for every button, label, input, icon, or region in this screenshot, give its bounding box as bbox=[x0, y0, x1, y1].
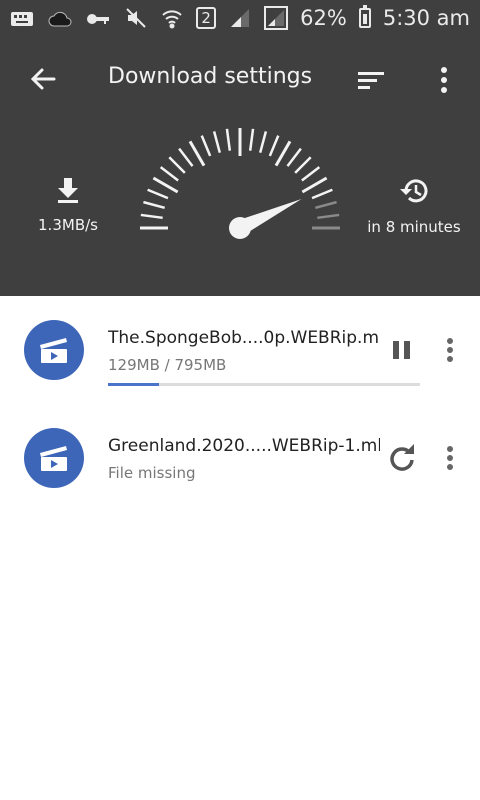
back-button[interactable] bbox=[26, 62, 60, 96]
gauge-tick bbox=[188, 140, 206, 167]
back-arrow-icon bbox=[30, 68, 56, 90]
download-item[interactable]: The.SpongeBob....0p.WEBRip.mkv 129MB / 7… bbox=[0, 320, 480, 416]
more-vertical-icon bbox=[447, 338, 453, 362]
video-file-icon bbox=[24, 320, 84, 380]
gauge-tick bbox=[140, 213, 163, 220]
gauge-tick bbox=[286, 147, 302, 167]
download-speed: 1.3MB/s bbox=[28, 176, 108, 234]
refresh-icon bbox=[390, 444, 414, 471]
battery-percent: 62% bbox=[300, 6, 347, 30]
clock: 5:30 am bbox=[382, 6, 470, 30]
gauge-tick bbox=[301, 166, 321, 182]
sort-button[interactable] bbox=[356, 66, 386, 94]
gauge-tick bbox=[225, 128, 232, 151]
gauge-tick bbox=[178, 147, 194, 167]
more-vertical-icon bbox=[441, 67, 447, 93]
gauge-tick bbox=[248, 128, 255, 151]
item-menu-button[interactable] bbox=[438, 442, 462, 474]
mute-icon bbox=[124, 7, 148, 29]
signal-icon bbox=[264, 6, 289, 30]
progress-bar bbox=[108, 383, 420, 386]
sort-icon bbox=[358, 72, 384, 89]
file-name: The.SpongeBob....0p.WEBRip.mkv bbox=[108, 328, 380, 348]
signal-icon bbox=[228, 7, 252, 29]
status-bar: 2 62% 5:30 am bbox=[0, 0, 480, 38]
overflow-menu-button[interactable] bbox=[432, 64, 456, 96]
gauge-tick bbox=[147, 188, 169, 200]
pause-icon bbox=[393, 341, 410, 359]
gauge-tick bbox=[294, 156, 312, 174]
speed-gauge bbox=[140, 128, 340, 239]
file-progress-text: 129MB / 795MB bbox=[108, 356, 227, 374]
keyboard-icon bbox=[10, 8, 34, 30]
page-title: Download settings bbox=[108, 64, 313, 89]
download-item[interactable]: Greenland.2020.....WEBRip-1.mkv File mis… bbox=[0, 428, 480, 524]
gauge-tick bbox=[317, 213, 340, 220]
speed-value: 1.3MB/s bbox=[38, 216, 98, 234]
retry-button[interactable] bbox=[386, 442, 418, 474]
gauge-tick bbox=[159, 166, 179, 182]
download-header: Download settings 1.3MB/s in 8 minutes bbox=[0, 38, 480, 296]
more-vertical-icon bbox=[447, 446, 453, 470]
gauge-tick bbox=[200, 135, 212, 157]
sim-icon: 2 bbox=[196, 7, 217, 29]
gauge-tick bbox=[143, 200, 165, 210]
gauge-tick bbox=[301, 176, 328, 194]
cloud-icon bbox=[48, 8, 72, 30]
battery-icon bbox=[358, 5, 371, 28]
video-file-icon bbox=[24, 428, 84, 488]
item-menu-button[interactable] bbox=[438, 334, 462, 366]
gauge-tick bbox=[315, 200, 337, 210]
progress-fill bbox=[108, 383, 159, 386]
pause-button[interactable] bbox=[386, 334, 418, 366]
gauge-tick bbox=[258, 131, 268, 153]
gauge-tick bbox=[168, 156, 186, 174]
wifi-icon bbox=[160, 7, 184, 29]
file-name: Greenland.2020.....WEBRip-1.mkv bbox=[108, 436, 380, 456]
gauge-tick bbox=[311, 188, 333, 200]
gauge-tick bbox=[212, 131, 222, 153]
time-remaining: in 8 minutes bbox=[362, 176, 466, 236]
download-icon bbox=[58, 178, 78, 203]
key-icon bbox=[86, 8, 110, 30]
gauge-tick bbox=[268, 135, 280, 157]
file-status: File missing bbox=[108, 464, 196, 482]
gauge-hub bbox=[229, 217, 251, 239]
gauge-tick bbox=[274, 140, 292, 167]
history-icon bbox=[400, 179, 428, 203]
gauge-tick bbox=[152, 176, 179, 194]
eta-value: in 8 minutes bbox=[367, 218, 461, 236]
